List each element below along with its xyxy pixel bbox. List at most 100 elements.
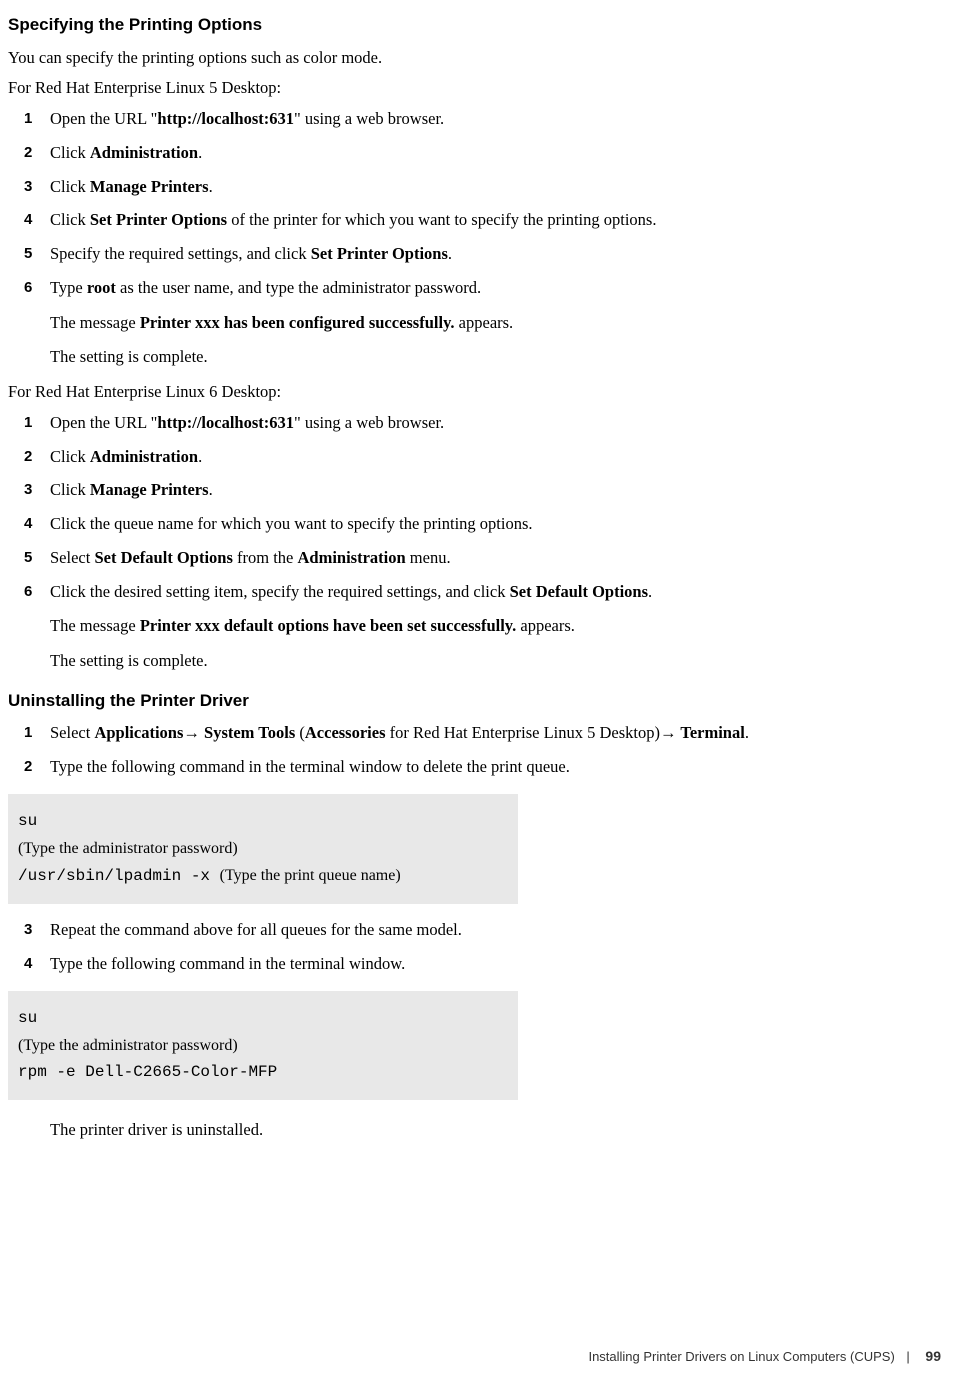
- list-item: 6 Type root as the user name, and type t…: [50, 276, 951, 370]
- code-line: rpm -e Dell-C2665-Color-MFP: [18, 1059, 508, 1086]
- rh6-steps-list: 1 Open the URL "http://localhost:631" us…: [8, 411, 951, 674]
- rh5-steps-list: 1 Open the URL "http://localhost:631" us…: [8, 107, 951, 370]
- step-text: Open the URL ": [50, 413, 157, 432]
- step-number: 3: [24, 919, 32, 942]
- step-text: Select: [50, 548, 94, 567]
- step-bold: Administration: [297, 548, 405, 567]
- step-text: Click: [50, 480, 90, 499]
- step-text: Type the following command in the termin…: [50, 757, 570, 776]
- step-text: as the user name, and type the administr…: [116, 278, 481, 297]
- step-text: menu.: [406, 548, 451, 567]
- step-number: 5: [24, 243, 32, 266]
- step-text: Click the queue name for which you want …: [50, 514, 533, 533]
- step-text: .: [209, 177, 213, 196]
- step-text: Specify the required settings, and click: [50, 244, 311, 263]
- page-footer: Installing Printer Drivers on Linux Comp…: [588, 1346, 941, 1367]
- step-number: 6: [24, 581, 32, 604]
- list-item: 1 Select Applications→ System Tools (Acc…: [50, 721, 951, 746]
- list-item: 3 Repeat the command above for all queue…: [50, 918, 951, 943]
- list-item: 5 Select Set Default Options from the Ad…: [50, 546, 951, 571]
- step-bold: Set Default Options: [510, 582, 648, 601]
- step-text: .: [198, 447, 202, 466]
- list-item: 4 Type the following command in the term…: [50, 952, 951, 977]
- step-number: 1: [24, 722, 32, 745]
- step-number: 4: [24, 953, 32, 976]
- list-item: 3 Click Manage Printers.: [50, 175, 951, 200]
- step-text: The message: [50, 616, 140, 635]
- step-text: .: [198, 143, 202, 162]
- final-text: The printer driver is uninstalled.: [8, 1118, 951, 1143]
- step-bold: Printer xxx default options have been se…: [140, 616, 516, 635]
- step-text: The message: [50, 313, 140, 332]
- step-text: " using a web browser.: [294, 413, 444, 432]
- code-mono: /usr/sbin/lpadmin -x: [18, 867, 220, 885]
- step-bold: Administration: [90, 143, 198, 162]
- step-text: .: [209, 480, 213, 499]
- step-bold: Set Printer Options: [90, 210, 227, 229]
- step-number: 4: [24, 513, 32, 536]
- list-item: 5 Specify the required settings, and cli…: [50, 242, 951, 267]
- step-text: Open the URL ": [50, 109, 157, 128]
- rh6-intro: For Red Hat Enterprise Linux 6 Desktop:: [8, 380, 951, 405]
- step-number: 2: [24, 756, 32, 779]
- step-text: appears.: [455, 313, 514, 332]
- step-bold: Set Printer Options: [311, 244, 448, 263]
- step-continuation: The setting is complete.: [50, 345, 951, 370]
- list-item: 6 Click the desired setting item, specif…: [50, 580, 951, 674]
- step-text: Click: [50, 143, 90, 162]
- footer-separator: |: [906, 1349, 909, 1364]
- rh5-intro: For Red Hat Enterprise Linux 5 Desktop:: [8, 76, 951, 101]
- step-text: Click: [50, 447, 90, 466]
- step-text: Click the desired setting item, specify …: [50, 582, 510, 601]
- code-block: su (Type the administrator password) rpm…: [8, 991, 518, 1101]
- list-item: 4 Click Set Printer Options of the print…: [50, 208, 951, 233]
- step-bold: Applications: [94, 723, 183, 742]
- code-comment: (Type the administrator password): [18, 1032, 508, 1059]
- step-bold: http://localhost:631: [157, 413, 294, 432]
- page-number: 99: [925, 1348, 941, 1364]
- footer-text: Installing Printer Drivers on Linux Comp…: [588, 1349, 894, 1364]
- step-continuation: The setting is complete.: [50, 649, 951, 674]
- step-bold: root: [87, 278, 116, 297]
- step-text: .: [745, 723, 749, 742]
- step-number: 3: [24, 176, 32, 199]
- code-line: su: [18, 1005, 508, 1032]
- step-text: Click: [50, 210, 90, 229]
- step-number: 4: [24, 209, 32, 232]
- list-item: 1 Open the URL "http://localhost:631" us…: [50, 411, 951, 436]
- step-bold: Manage Printers: [90, 480, 209, 499]
- step-continuation: The message Printer xxx has been configu…: [50, 311, 951, 336]
- step-text: " using a web browser.: [294, 109, 444, 128]
- step-bold: Printer xxx has been configured successf…: [140, 313, 455, 332]
- step-number: 2: [24, 142, 32, 165]
- list-item: 3 Click Manage Printers.: [50, 478, 951, 503]
- step-text: Select: [50, 723, 94, 742]
- step-bold: Accessories: [305, 723, 386, 742]
- step-text: from the: [233, 548, 298, 567]
- step-number: 1: [24, 108, 32, 131]
- step-text: Click: [50, 177, 90, 196]
- step-bold: System Tools: [200, 723, 295, 742]
- step-number: 1: [24, 412, 32, 435]
- step-bold: Set Default Options: [94, 548, 232, 567]
- intro-text: You can specify the printing options suc…: [8, 46, 951, 71]
- step-number: 3: [24, 479, 32, 502]
- list-item: 1 Open the URL "http://localhost:631" us…: [50, 107, 951, 132]
- step-text: (: [295, 723, 305, 742]
- code-line: su: [18, 808, 508, 835]
- step-bold: Manage Printers: [90, 177, 209, 196]
- code-block: su (Type the administrator password) /us…: [8, 794, 518, 905]
- uninstall-steps-list: 1 Select Applications→ System Tools (Acc…: [8, 721, 951, 780]
- step-number: 2: [24, 446, 32, 469]
- section-heading-specifying: Specifying the Printing Options: [8, 12, 951, 38]
- arrow-icon: →: [183, 724, 200, 742]
- step-text: of the printer for which you want to spe…: [227, 210, 656, 229]
- step-text: .: [448, 244, 452, 263]
- step-number: 6: [24, 277, 32, 300]
- uninstall-steps-list-2: 3 Repeat the command above for all queue…: [8, 918, 951, 977]
- step-bold: Administration: [90, 447, 198, 466]
- step-text: .: [648, 582, 652, 601]
- step-text: Type: [50, 278, 87, 297]
- code-comment: (Type the administrator password): [18, 835, 508, 862]
- section-heading-uninstalling: Uninstalling the Printer Driver: [8, 688, 951, 714]
